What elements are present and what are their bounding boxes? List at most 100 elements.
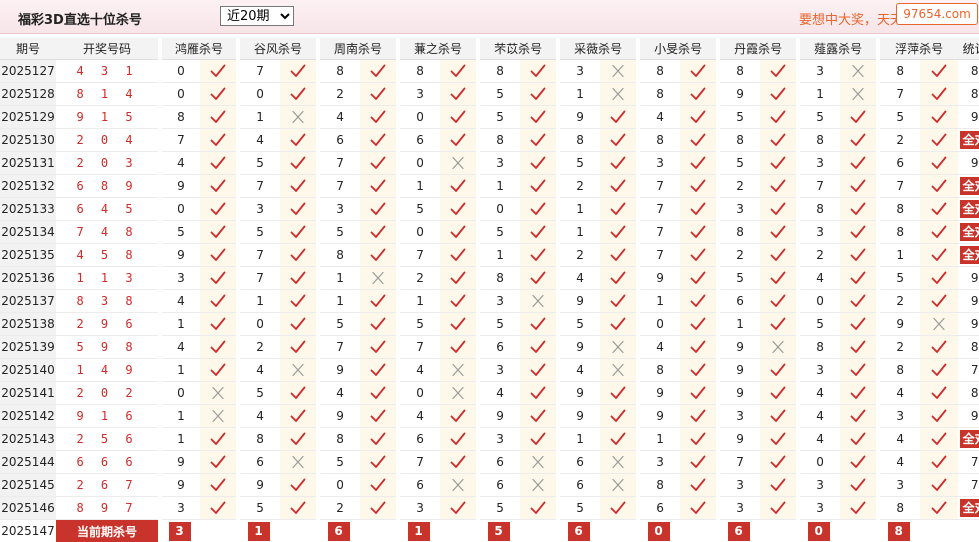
count-cell: 全对 — [958, 244, 979, 267]
result-mark — [440, 290, 478, 313]
result-mark — [200, 221, 238, 244]
current-kill-number: 0 — [648, 522, 670, 541]
result-mark — [440, 106, 478, 129]
result-mark — [440, 451, 478, 474]
table-row: 20251395 9 842776949828 — [0, 336, 979, 359]
result-mark — [520, 106, 558, 129]
table-row: 20251382 9 610555501599 — [0, 313, 979, 336]
kill-number-cell: 5 — [318, 313, 360, 336]
draw-number-cell: 8 1 4 — [56, 83, 160, 106]
kill-number-cell: 3 — [798, 474, 840, 497]
kill-number-cell: 1 — [398, 290, 440, 313]
current-kill-number: 6 — [568, 522, 590, 541]
kill-number-cell: 5 — [478, 313, 520, 336]
table-row: 20251429 1 614949993439 — [0, 405, 979, 428]
table-row: 20251378 3 841113916029 — [0, 290, 979, 313]
result-mark — [440, 152, 478, 175]
result-mark — [360, 267, 398, 290]
result-mark — [520, 60, 558, 83]
kill-number-cell: 4 — [238, 405, 280, 428]
kill-number-cell: 8 — [638, 83, 680, 106]
kill-number-cell: 9 — [718, 83, 760, 106]
kill-number-cell: 1 — [798, 83, 840, 106]
result-mark — [200, 244, 238, 267]
result-mark — [280, 474, 318, 497]
table-row: 20251302 0 47466888882全对 — [0, 129, 979, 152]
issue-cell: 2025131 — [0, 152, 56, 175]
result-mark — [760, 428, 798, 451]
kill-number-cell: 6 — [478, 336, 520, 359]
kill-number-cell: 4 — [318, 382, 360, 405]
kill-number-cell: 7 — [238, 60, 280, 83]
kill-number-cell: 3 — [798, 152, 840, 175]
result-mark — [360, 428, 398, 451]
result-mark — [600, 290, 638, 313]
result-mark — [760, 60, 798, 83]
result-mark — [280, 290, 318, 313]
result-mark — [440, 497, 478, 520]
kill-number-cell: 5 — [558, 497, 600, 520]
table-row: 20251347 4 85550517838全对 — [0, 221, 979, 244]
result-mark — [360, 313, 398, 336]
col-header-expert: 丹霞杀号 — [718, 38, 798, 60]
kill-number-cell: 5 — [238, 382, 280, 405]
result-mark — [760, 474, 798, 497]
kill-number-cell: 3 — [398, 83, 440, 106]
draw-number-cell: 2 0 2 — [56, 382, 160, 405]
kill-number-cell: 6 — [718, 290, 760, 313]
kill-number-cell: 3 — [478, 428, 520, 451]
kill-number-cell: 4 — [160, 336, 200, 359]
result-mark — [280, 175, 318, 198]
result-mark — [200, 405, 238, 428]
kill-number-cell: 3 — [638, 152, 680, 175]
slogan-text: 要想中大奖，天天 — [799, 9, 903, 28]
col-header-expert: 鸿雁杀号 — [160, 38, 238, 60]
kill-number-cell: 2 — [558, 175, 600, 198]
kill-number-cell: 6 — [478, 451, 520, 474]
kill-number-cell: 9 — [160, 474, 200, 497]
result-mark — [440, 336, 478, 359]
kill-number-cell: 9 — [558, 336, 600, 359]
kill-number-cell: 8 — [798, 129, 840, 152]
kill-number-cell: 7 — [318, 175, 360, 198]
result-mark — [520, 152, 558, 175]
result-mark — [840, 175, 878, 198]
result-mark — [760, 382, 798, 405]
result-mark — [280, 244, 318, 267]
issue-cell: 2025137 — [0, 290, 56, 313]
result-mark — [440, 60, 478, 83]
kill-number-cell: 9 — [638, 405, 680, 428]
result-mark — [680, 244, 718, 267]
kill-number-cell: 3 — [318, 198, 360, 221]
result-mark — [280, 106, 318, 129]
kill-number-cell: 1 — [398, 175, 440, 198]
draw-number-cell: 9 1 5 — [56, 106, 160, 129]
period-select[interactable]: 近20期 — [220, 6, 294, 26]
kill-number-cell: 8 — [638, 129, 680, 152]
kill-number-cell: 5 — [238, 221, 280, 244]
issue-cell: 2025145 — [0, 474, 56, 497]
count-cell: 8 — [958, 83, 979, 106]
result-mark — [360, 198, 398, 221]
kill-number-table: 期号 开奖号码 鸿雁杀号谷风杀号周南杀号蒹之杀号芣苡杀号采薇杀号小旻杀号丹霞杀号… — [0, 38, 979, 542]
result-mark — [920, 244, 958, 267]
result-mark — [520, 83, 558, 106]
result-mark — [920, 336, 958, 359]
result-mark — [680, 313, 718, 336]
kill-number-cell: 3 — [798, 359, 840, 382]
result-mark — [360, 290, 398, 313]
kill-number-cell: 0 — [238, 83, 280, 106]
col-header-expert: 蒹之杀号 — [398, 38, 478, 60]
kill-number-cell: 8 — [318, 428, 360, 451]
result-mark — [680, 405, 718, 428]
result-mark — [760, 152, 798, 175]
kill-number-cell: 5 — [718, 267, 760, 290]
result-mark — [280, 497, 318, 520]
kill-number-cell: 4 — [798, 382, 840, 405]
current-kill-number: 1 — [408, 522, 430, 541]
kill-number-cell: 8 — [478, 267, 520, 290]
kill-number-cell: 5 — [318, 221, 360, 244]
kill-number-cell: 8 — [878, 60, 920, 83]
result-mark — [920, 405, 958, 428]
result-mark — [840, 405, 878, 428]
